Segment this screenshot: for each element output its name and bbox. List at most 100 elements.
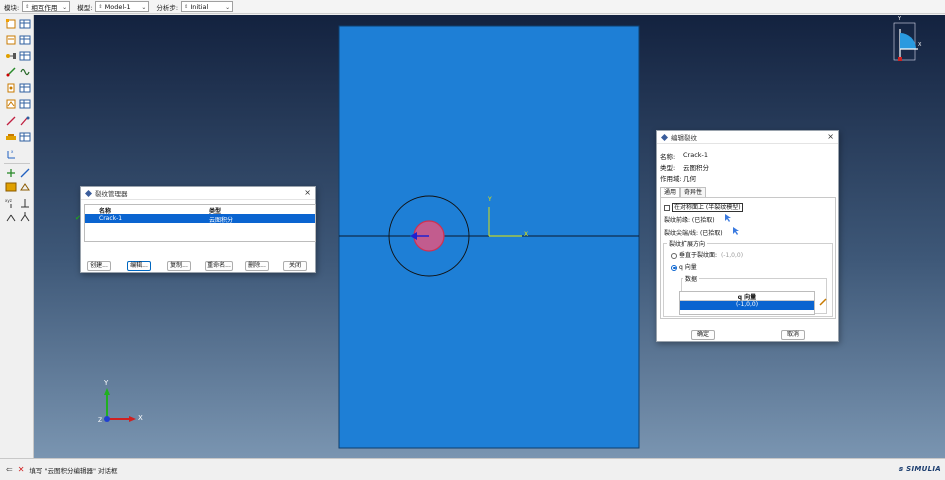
create-button[interactable]: 创建... (87, 261, 111, 271)
row-type: 云图积分 (209, 217, 234, 224)
table-row[interactable]: ✔ Crack-1 云图积分 (75, 214, 315, 224)
close-icon[interactable]: × (827, 132, 834, 141)
edit-crack-titlebar[interactable]: 编辑裂纹 (657, 131, 838, 144)
view-cube-origin (898, 57, 902, 61)
crack-edit-icon[interactable] (19, 115, 31, 127)
ok-button[interactable]: 确定 (691, 330, 715, 340)
edit-button[interactable]: 编辑... (127, 261, 151, 271)
create-point-icon[interactable] (5, 167, 17, 179)
copy-button[interactable]: 复制... (167, 261, 191, 271)
amplitude-manager-icon[interactable] (19, 98, 31, 110)
status-prompt: 填写 "云图积分编辑器" 对话框 (29, 466, 118, 475)
svg-text:xyz: xyz (5, 198, 12, 203)
datum-plane-icon[interactable] (19, 181, 31, 193)
q-vector-option-label: q 向量 (679, 264, 697, 271)
close-button[interactable]: 关闭 (283, 261, 307, 271)
step-label: 分析步: (156, 3, 179, 12)
ds-logo-icon: ꞩ (898, 465, 904, 473)
normal-option[interactable]: 垂直于裂纹面: (-1,0,0) (671, 250, 743, 259)
chevron-down-icon: ⌄ (225, 4, 231, 11)
symmetry-checkbox-row[interactable]: 在对称面上 (半裂纹模型) (664, 202, 743, 212)
create-property-icon[interactable] (5, 34, 17, 46)
crack-table: 名称 类型 ✔ Crack-1 云图积分 (75, 204, 316, 242)
fastener-icon[interactable] (5, 82, 17, 94)
toolbox-divider (4, 163, 30, 164)
triad-z-label: Z (98, 417, 103, 424)
local-x-label: X (524, 231, 529, 238)
module-label: 模块: (4, 3, 20, 12)
create-line-icon[interactable] (19, 167, 31, 179)
q-vector-cell[interactable]: (-1,0,0) (680, 301, 814, 310)
cancel-x-icon[interactable]: ✕ (18, 465, 25, 474)
status-bar: ⇐ ✕ 填写 "云图积分编辑器" 对话框 ꞩ SIMULIA (0, 458, 945, 480)
interaction-manager-icon[interactable] (19, 18, 31, 30)
tab-general[interactable]: 通用 (660, 187, 681, 197)
direction-group-title: 裂纹扩展方向 (667, 239, 708, 248)
symmetry-checkbox[interactable] (664, 204, 670, 211)
domain-value: 几何 (683, 175, 696, 183)
view-cube-y-label: Y (898, 16, 902, 22)
normal-option-value: (-1,0,0) (720, 252, 744, 259)
partition-icon[interactable] (5, 181, 17, 193)
q-vector-option[interactable]: q 向量 (671, 262, 697, 271)
triad-y-label: Y (104, 379, 109, 387)
triad-y-arrowhead (104, 388, 110, 395)
domain-label: 作用域: (660, 175, 682, 183)
crack-manager-titlebar[interactable]: 裂纹管理器 (81, 187, 315, 200)
crack-icon[interactable] (5, 115, 17, 127)
datum-manager-icon[interactable] (19, 211, 31, 223)
delete-button[interactable]: 删除... (245, 261, 269, 271)
datum-axis-icon[interactable] (19, 197, 31, 209)
cancel-button[interactable]: 取消 (781, 330, 805, 340)
crack-front-label: 裂纹前缘: (已拾取) (664, 217, 715, 224)
plate-part[interactable] (338, 25, 640, 449)
coordinate-system-icon[interactable]: x (5, 148, 17, 160)
step-combo[interactable]: ⇕ Initial ⌄ (181, 1, 234, 12)
model-combo[interactable]: ⇕ Model-1 ⌄ (95, 1, 150, 12)
edit-pencil-icon[interactable] (819, 298, 827, 306)
crack-table-header: 名称 类型 (85, 205, 315, 215)
normal-radio[interactable] (671, 252, 677, 259)
abaqus-logo-icon (661, 133, 668, 141)
connector-icon[interactable] (5, 66, 17, 78)
triad-x-label: X (138, 414, 143, 422)
back-arrow-icon[interactable]: ⇐ (6, 465, 13, 474)
create-interaction-icon[interactable] (5, 18, 17, 30)
abaqus-logo-icon (85, 189, 92, 197)
datum-csys-icon[interactable] (5, 211, 17, 223)
constraint-icon[interactable] (5, 50, 17, 62)
crack-manager-title: 裂纹管理器 (95, 190, 128, 198)
datum-point-icon[interactable]: xyz (5, 197, 17, 209)
name-label: 名称: (660, 153, 676, 161)
q-vector-table-header: q 向量 (680, 292, 814, 301)
toolbox: x xyz (0, 15, 34, 458)
crack-manager-dialog: 裂纹管理器 × 名称 类型 ✔ Crack-1 云图积分 创建... 编辑...… (75, 186, 316, 273)
rename-button[interactable]: 重命名... (205, 261, 233, 271)
data-group-title: 数据 (683, 274, 700, 283)
module-combo[interactable]: ⇕ 相互作用 ⌄ (22, 1, 71, 12)
model-label: 模型: (77, 3, 93, 12)
check-icon: ✔ (75, 214, 81, 222)
contact-manager-icon[interactable] (19, 131, 31, 143)
triad-z-axis (104, 416, 110, 422)
type-label: 类型: (660, 164, 676, 172)
constraint-manager-icon[interactable] (19, 50, 31, 62)
tab-singularity[interactable]: 奇异性 (680, 187, 707, 197)
property-manager-icon[interactable] (19, 34, 31, 46)
normal-option-label: 垂直于裂纹面: (679, 252, 718, 259)
fastener-manager-icon[interactable] (19, 82, 31, 94)
spinner-icon: ⇕ (25, 3, 30, 10)
amplitude-icon[interactable] (5, 98, 17, 110)
spring-icon[interactable] (19, 66, 31, 78)
row-name: Crack-1 (99, 215, 123, 222)
context-bar: 模块: ⇕ 相互作用 ⌄ 模型: ⇕ Model-1 ⌄ 分析步: ⇕ Init… (0, 0, 945, 14)
pick-cursor-icon[interactable] (732, 227, 739, 235)
name-value: Crack-1 (683, 151, 709, 159)
chevron-down-icon: ⌄ (62, 4, 68, 11)
tab-bar: 通用 奇异性 (660, 187, 707, 197)
close-icon[interactable]: × (304, 188, 311, 197)
crack-tip-label: 裂纹尖端/线: (已拾取) (664, 230, 723, 237)
pick-cursor-icon[interactable] (724, 214, 731, 222)
contact-control-icon[interactable] (5, 131, 17, 143)
q-vector-radio[interactable] (671, 264, 677, 271)
